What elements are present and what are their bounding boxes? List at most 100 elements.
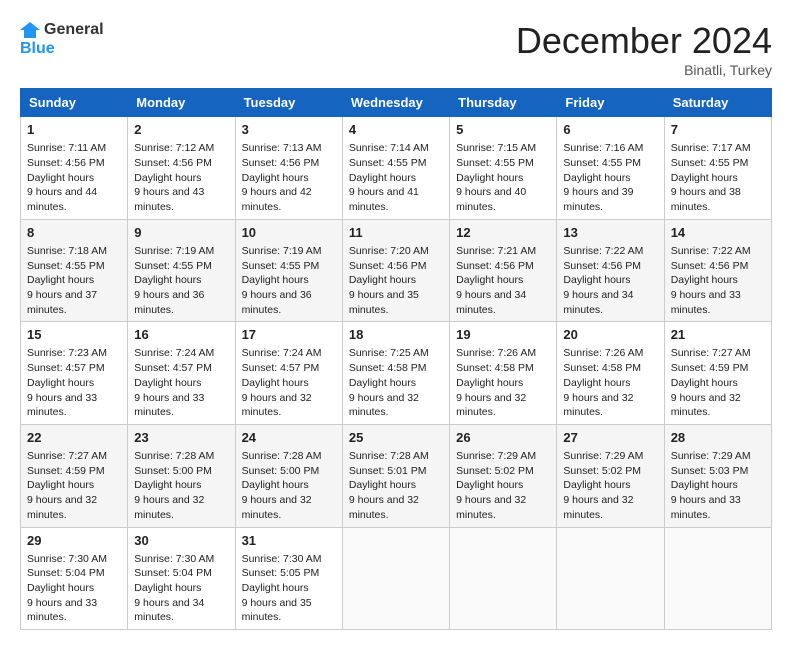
logo-blue-text: Blue [20, 40, 104, 58]
cell-content: 16Sunrise: 7:24 AMSunset: 4:57 PMDayligh… [134, 326, 228, 420]
calendar-cell: 11Sunrise: 7:20 AMSunset: 4:56 PMDayligh… [342, 219, 449, 322]
page-header: General Blue December 2024 Binatli, Turk… [20, 20, 772, 78]
cell-content: 12Sunrise: 7:21 AMSunset: 4:56 PMDayligh… [456, 224, 550, 318]
calendar-cell: 29Sunrise: 7:30 AMSunset: 5:04 PMDayligh… [21, 527, 128, 630]
cell-content: 31Sunrise: 7:30 AMSunset: 5:05 PMDayligh… [242, 532, 336, 626]
location: Binatli, Turkey [516, 62, 772, 78]
calendar-cell [450, 527, 557, 630]
weekday-header-thursday: Thursday [450, 89, 557, 117]
cell-content: 22Sunrise: 7:27 AMSunset: 4:59 PMDayligh… [27, 429, 121, 523]
calendar-cell: 8Sunrise: 7:18 AMSunset: 4:55 PMDaylight… [21, 219, 128, 322]
day-number: 4 [349, 121, 443, 139]
month-title: December 2024 [516, 20, 772, 62]
day-number: 15 [27, 326, 121, 344]
cell-content: 1Sunrise: 7:11 AMSunset: 4:56 PMDaylight… [27, 121, 121, 215]
cell-content: 20Sunrise: 7:26 AMSunset: 4:58 PMDayligh… [563, 326, 657, 420]
cell-content: 19Sunrise: 7:26 AMSunset: 4:58 PMDayligh… [456, 326, 550, 420]
calendar-table: SundayMondayTuesdayWednesdayThursdayFrid… [20, 88, 772, 630]
calendar-cell: 9Sunrise: 7:19 AMSunset: 4:55 PMDaylight… [128, 219, 235, 322]
cell-content: 30Sunrise: 7:30 AMSunset: 5:04 PMDayligh… [134, 532, 228, 626]
logo-top: General [20, 20, 104, 40]
calendar-cell: 7Sunrise: 7:17 AMSunset: 4:55 PMDaylight… [664, 117, 771, 220]
title-block: December 2024 Binatli, Turkey [516, 20, 772, 78]
cell-content: 5Sunrise: 7:15 AMSunset: 4:55 PMDaylight… [456, 121, 550, 215]
calendar-cell [664, 527, 771, 630]
day-number: 3 [242, 121, 336, 139]
weekday-header-monday: Monday [128, 89, 235, 117]
day-number: 8 [27, 224, 121, 242]
day-number: 5 [456, 121, 550, 139]
cell-content: 6Sunrise: 7:16 AMSunset: 4:55 PMDaylight… [563, 121, 657, 215]
logo-general-text: General [44, 21, 104, 39]
day-number: 20 [563, 326, 657, 344]
cell-content: 24Sunrise: 7:28 AMSunset: 5:00 PMDayligh… [242, 429, 336, 523]
day-number: 1 [27, 121, 121, 139]
cell-content: 3Sunrise: 7:13 AMSunset: 4:56 PMDaylight… [242, 121, 336, 215]
day-number: 21 [671, 326, 765, 344]
day-number: 26 [456, 429, 550, 447]
cell-content: 28Sunrise: 7:29 AMSunset: 5:03 PMDayligh… [671, 429, 765, 523]
calendar-cell: 10Sunrise: 7:19 AMSunset: 4:55 PMDayligh… [235, 219, 342, 322]
day-number: 25 [349, 429, 443, 447]
calendar-week-5: 29Sunrise: 7:30 AMSunset: 5:04 PMDayligh… [21, 527, 772, 630]
cell-content: 2Sunrise: 7:12 AMSunset: 4:56 PMDaylight… [134, 121, 228, 215]
calendar-cell: 18Sunrise: 7:25 AMSunset: 4:58 PMDayligh… [342, 322, 449, 425]
day-number: 24 [242, 429, 336, 447]
calendar-cell: 26Sunrise: 7:29 AMSunset: 5:02 PMDayligh… [450, 424, 557, 527]
cell-content: 14Sunrise: 7:22 AMSunset: 4:56 PMDayligh… [671, 224, 765, 318]
logo: General Blue [20, 20, 104, 58]
day-number: 10 [242, 224, 336, 242]
calendar-cell: 3Sunrise: 7:13 AMSunset: 4:56 PMDaylight… [235, 117, 342, 220]
calendar-cell: 31Sunrise: 7:30 AMSunset: 5:05 PMDayligh… [235, 527, 342, 630]
day-number: 23 [134, 429, 228, 447]
cell-content: 23Sunrise: 7:28 AMSunset: 5:00 PMDayligh… [134, 429, 228, 523]
calendar-cell: 20Sunrise: 7:26 AMSunset: 4:58 PMDayligh… [557, 322, 664, 425]
day-number: 27 [563, 429, 657, 447]
calendar-cell: 21Sunrise: 7:27 AMSunset: 4:59 PMDayligh… [664, 322, 771, 425]
cell-content: 11Sunrise: 7:20 AMSunset: 4:56 PMDayligh… [349, 224, 443, 318]
calendar-cell: 12Sunrise: 7:21 AMSunset: 4:56 PMDayligh… [450, 219, 557, 322]
calendar-cell: 1Sunrise: 7:11 AMSunset: 4:56 PMDaylight… [21, 117, 128, 220]
day-number: 18 [349, 326, 443, 344]
cell-content: 15Sunrise: 7:23 AMSunset: 4:57 PMDayligh… [27, 326, 121, 420]
calendar-cell: 4Sunrise: 7:14 AMSunset: 4:55 PMDaylight… [342, 117, 449, 220]
day-number: 28 [671, 429, 765, 447]
day-number: 6 [563, 121, 657, 139]
calendar-cell: 2Sunrise: 7:12 AMSunset: 4:56 PMDaylight… [128, 117, 235, 220]
calendar-cell: 27Sunrise: 7:29 AMSunset: 5:02 PMDayligh… [557, 424, 664, 527]
cell-content: 26Sunrise: 7:29 AMSunset: 5:02 PMDayligh… [456, 429, 550, 523]
calendar-cell: 28Sunrise: 7:29 AMSunset: 5:03 PMDayligh… [664, 424, 771, 527]
day-number: 29 [27, 532, 121, 550]
weekday-header-friday: Friday [557, 89, 664, 117]
day-number: 2 [134, 121, 228, 139]
calendar-cell: 22Sunrise: 7:27 AMSunset: 4:59 PMDayligh… [21, 424, 128, 527]
logo-bird-icon [20, 20, 40, 40]
calendar-cell [342, 527, 449, 630]
calendar-week-2: 8Sunrise: 7:18 AMSunset: 4:55 PMDaylight… [21, 219, 772, 322]
calendar-week-4: 22Sunrise: 7:27 AMSunset: 4:59 PMDayligh… [21, 424, 772, 527]
day-number: 12 [456, 224, 550, 242]
day-number: 19 [456, 326, 550, 344]
day-number: 22 [27, 429, 121, 447]
cell-content: 8Sunrise: 7:18 AMSunset: 4:55 PMDaylight… [27, 224, 121, 318]
cell-content: 18Sunrise: 7:25 AMSunset: 4:58 PMDayligh… [349, 326, 443, 420]
day-number: 9 [134, 224, 228, 242]
calendar-header-row: SundayMondayTuesdayWednesdayThursdayFrid… [21, 89, 772, 117]
cell-content: 13Sunrise: 7:22 AMSunset: 4:56 PMDayligh… [563, 224, 657, 318]
calendar-cell: 6Sunrise: 7:16 AMSunset: 4:55 PMDaylight… [557, 117, 664, 220]
calendar-cell: 30Sunrise: 7:30 AMSunset: 5:04 PMDayligh… [128, 527, 235, 630]
calendar-cell: 23Sunrise: 7:28 AMSunset: 5:00 PMDayligh… [128, 424, 235, 527]
calendar-cell: 16Sunrise: 7:24 AMSunset: 4:57 PMDayligh… [128, 322, 235, 425]
calendar-cell: 15Sunrise: 7:23 AMSunset: 4:57 PMDayligh… [21, 322, 128, 425]
day-number: 17 [242, 326, 336, 344]
day-number: 11 [349, 224, 443, 242]
cell-content: 10Sunrise: 7:19 AMSunset: 4:55 PMDayligh… [242, 224, 336, 318]
day-number: 31 [242, 532, 336, 550]
day-number: 7 [671, 121, 765, 139]
calendar-week-3: 15Sunrise: 7:23 AMSunset: 4:57 PMDayligh… [21, 322, 772, 425]
day-number: 30 [134, 532, 228, 550]
cell-content: 17Sunrise: 7:24 AMSunset: 4:57 PMDayligh… [242, 326, 336, 420]
cell-content: 27Sunrise: 7:29 AMSunset: 5:02 PMDayligh… [563, 429, 657, 523]
cell-content: 9Sunrise: 7:19 AMSunset: 4:55 PMDaylight… [134, 224, 228, 318]
calendar-cell: 14Sunrise: 7:22 AMSunset: 4:56 PMDayligh… [664, 219, 771, 322]
